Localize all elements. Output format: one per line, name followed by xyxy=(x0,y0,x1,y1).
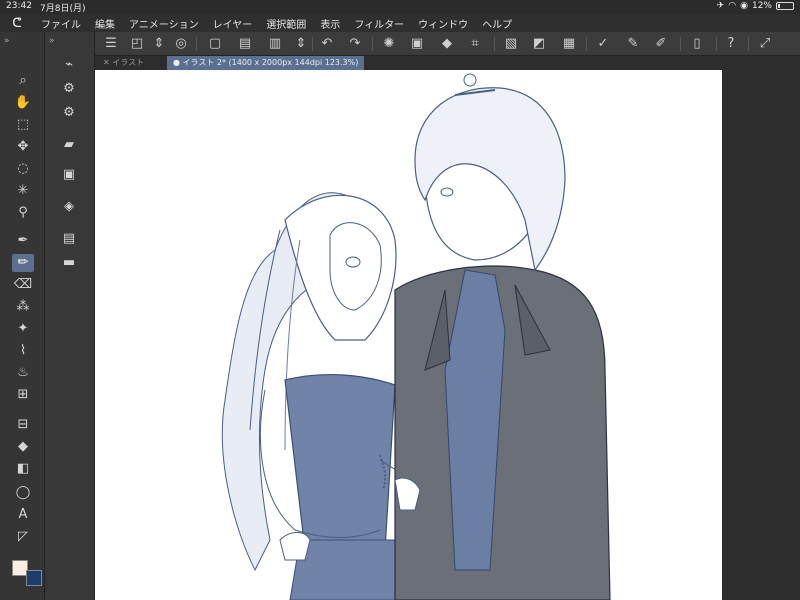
blur-tool-icon[interactable]: ♨ xyxy=(12,364,34,382)
new-canvas-icon[interactable]: ◰ xyxy=(128,35,146,53)
updown-2-icon[interactable]: ⇕ xyxy=(292,35,310,53)
sub-color-swatch[interactable] xyxy=(26,570,42,586)
new-file-icon[interactable]: ▢ xyxy=(206,35,224,53)
tab-illust-2[interactable]: ● イラスト 2* (1400 x 2000px 144dpi 123.3%) xyxy=(167,56,365,70)
loading-icon[interactable]: ✺ xyxy=(380,35,398,53)
collapse-icon[interactable]: » xyxy=(4,36,10,46)
bucket-tool-icon[interactable]: ◆ xyxy=(12,438,34,456)
tool-palette: » ⌕ ✋ ⬚ ✥ ◌ ✳ ⚲ ✒ ✏ ⌫ ⁂ ✦ ⌇ ♨ ⊞ ⊟ ◆ ◧ ◯ … xyxy=(0,32,45,600)
eraser-tool-icon[interactable]: ⌫ xyxy=(12,276,34,294)
material-icon[interactable]: ▤ xyxy=(58,230,80,248)
blend-tool-icon[interactable]: ⌇ xyxy=(12,342,34,360)
hand-tool-icon[interactable]: ✋ xyxy=(12,94,34,112)
ruler-tool-icon[interactable]: ◸ xyxy=(12,528,34,546)
pencil-tool-icon[interactable]: ✏ xyxy=(12,254,34,272)
canvas-tabs: ✕ イラスト ● イラスト 2* (1400 x 2000px 144dpi 1… xyxy=(95,56,800,70)
fill-icon[interactable]: ◆ xyxy=(438,35,456,53)
pen-tool-icon[interactable]: ✒ xyxy=(12,232,34,250)
ruler-pen-icon[interactable]: ✐ xyxy=(652,35,670,53)
menu-file[interactable]: ファイル xyxy=(34,16,88,31)
subtool-2-icon[interactable]: ⚙ xyxy=(58,80,80,98)
redo-icon[interactable]: ↷ xyxy=(346,35,364,53)
text-tool-icon[interactable]: A xyxy=(12,506,34,524)
help-icon[interactable]: ? xyxy=(722,35,740,53)
status-right: ✈ ◠ ◉ 12% xyxy=(717,1,794,11)
magic-wand-icon[interactable]: ✳ xyxy=(12,182,34,200)
decoration-tool-icon[interactable]: ✦ xyxy=(12,320,34,338)
shape-tool-icon[interactable]: ◯ xyxy=(12,484,34,502)
menu-window[interactable]: ウィンドウ xyxy=(411,16,475,31)
menu-selection[interactable]: 選択範囲 xyxy=(259,16,313,31)
canvas-scroll-area[interactable] xyxy=(722,70,800,600)
menu-layer[interactable]: レイヤー xyxy=(206,16,260,31)
menu-filter[interactable]: フィルター xyxy=(347,16,411,31)
subtool-1-icon[interactable]: ⌁ xyxy=(58,56,80,74)
menu-bar: ᕦ ファイル 編集 アニメーション レイヤー 選択範囲 表示 フィルター ウィン… xyxy=(0,14,800,32)
open-file-icon[interactable]: ▤ xyxy=(236,35,254,53)
airplane-icon: ✈ xyxy=(716,1,725,11)
eyedropper-icon[interactable]: ⚲ xyxy=(12,204,34,222)
wifi-icon: ◠ xyxy=(728,1,737,11)
gradient-tool-icon[interactable]: ◧ xyxy=(12,460,34,478)
status-time: 23:42 xyxy=(6,1,32,11)
panel-icon[interactable]: ▣ xyxy=(58,166,80,184)
navigator-icon[interactable]: ▬ xyxy=(58,254,80,272)
clear-icon[interactable]: ▣ xyxy=(408,35,426,53)
layers-icon[interactable]: ◈ xyxy=(58,198,80,216)
object-tool-icon[interactable]: ⬚ xyxy=(12,116,34,134)
save-icon[interactable]: ▥ xyxy=(266,35,284,53)
brush-icon[interactable]: ✎ xyxy=(624,35,642,53)
move-tool-icon[interactable]: ✥ xyxy=(12,138,34,156)
menu-icon[interactable]: ☰ xyxy=(102,35,120,53)
app-logo-icon[interactable]: ᕦ xyxy=(0,16,34,31)
color-swatches xyxy=(10,560,44,596)
status-bar: 23:42 7月8日(月) ✈ ◠ ◉ 12% xyxy=(0,0,800,14)
crop-icon[interactable]: ⌗ xyxy=(466,35,484,53)
battery-percent: 12% xyxy=(751,1,772,11)
updown-icon[interactable]: ⇕ xyxy=(150,35,168,53)
quick-access-icon[interactable]: ◎ xyxy=(172,35,190,53)
lasso-tool-icon[interactable]: ◌ xyxy=(12,160,34,178)
device-icon[interactable]: ▯ xyxy=(688,35,706,53)
artwork-illustration xyxy=(221,73,611,600)
select-area-icon[interactable]: ▦ xyxy=(560,35,578,53)
expand-icon[interactable]: » xyxy=(49,36,55,46)
battery-icon xyxy=(776,2,794,10)
folder-icon[interactable]: ▰ xyxy=(58,136,80,154)
frame-tool-icon[interactable]: ⊟ xyxy=(12,416,34,434)
airbrush-tool-icon[interactable]: ⁂ xyxy=(12,298,34,316)
menu-animation[interactable]: アニメーション xyxy=(122,16,206,31)
sub-tool-palette: » ⌁ ⚙ ⚙ ▰ ▣ ◈ ▤ ▬ xyxy=(45,32,95,600)
zoom-tool-icon[interactable]: ⌕ xyxy=(12,72,34,90)
menu-view[interactable]: 表示 xyxy=(313,16,347,31)
command-bar: ☰ ◰ ⇕ ◎ ▢ ▤ ▥ ⇕ ↶ ↷ ✺ ▣ ◆ ⌗ ▧ ◩ ▦ ✓ ✎ ✐ … xyxy=(0,32,800,56)
status-date: 7月8日(月) xyxy=(40,4,86,14)
grid-tool-icon[interactable]: ⊞ xyxy=(12,386,34,404)
menu-help[interactable]: ヘルプ xyxy=(475,16,519,31)
undo-icon[interactable]: ↶ xyxy=(318,35,336,53)
select-invert-icon[interactable]: ◩ xyxy=(530,35,548,53)
menu-edit[interactable]: 編集 xyxy=(88,16,122,31)
tab-illust-1[interactable]: ✕ イラスト xyxy=(97,56,150,70)
drawing-canvas[interactable] xyxy=(95,70,722,600)
subtool-3-icon[interactable]: ⚙ xyxy=(58,104,80,122)
location-icon: ◉ xyxy=(740,1,748,11)
select-none-icon[interactable]: ▧ xyxy=(502,35,520,53)
fullscreen-icon[interactable]: ⤢ xyxy=(756,35,774,53)
workspace xyxy=(95,70,800,600)
pen-check-icon[interactable]: ✓ xyxy=(594,35,612,53)
